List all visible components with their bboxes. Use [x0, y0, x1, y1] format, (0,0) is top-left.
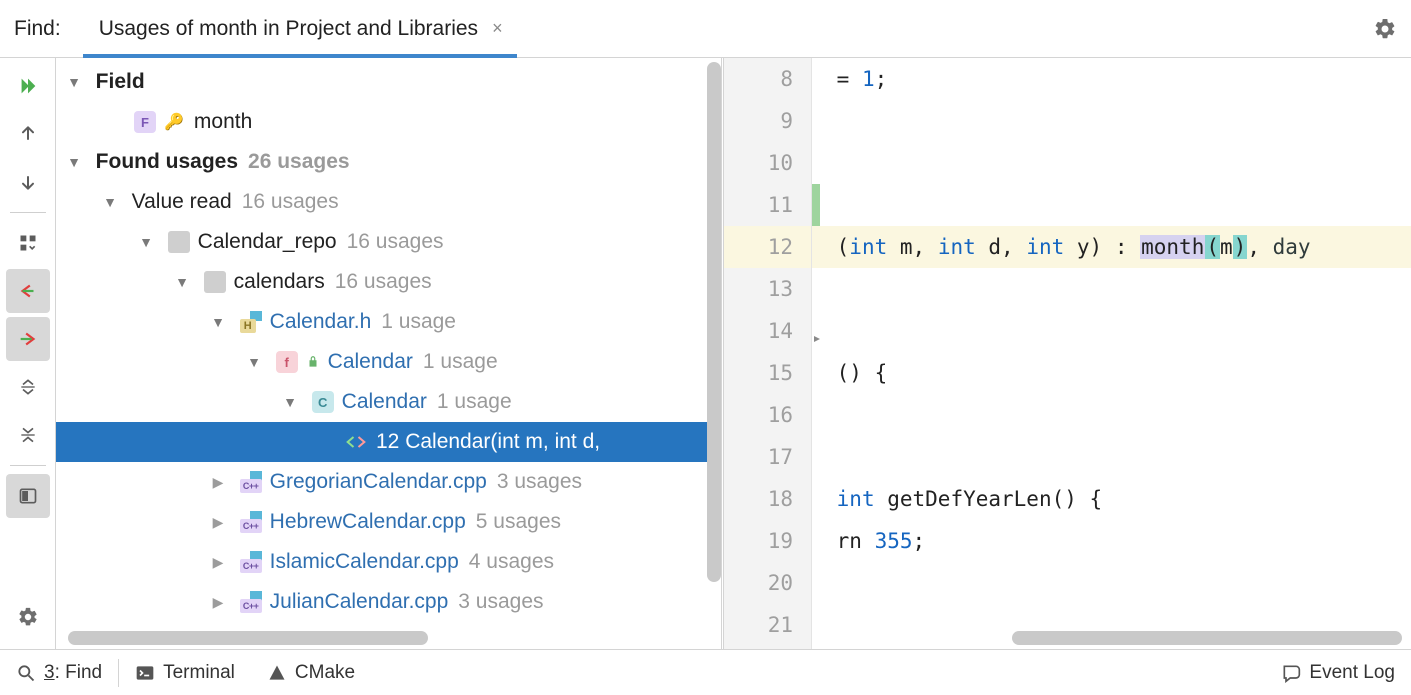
usage-line-text: 12 Calendar(int m, int d, [376, 430, 600, 454]
tree-horizontal-scrollbar[interactable] [68, 631, 709, 645]
code-horizontal-scrollbar[interactable] [902, 631, 1397, 645]
expand-all-icon[interactable] [6, 365, 50, 409]
file-row[interactable]: ▶ GregorianCalendar.cpp 3 usages [56, 462, 721, 502]
find-label: Find: [0, 0, 83, 57]
collapse-all-icon[interactable] [6, 413, 50, 457]
file-label[interactable]: JulianCalendar.cpp [270, 590, 449, 614]
header-file-icon [240, 311, 262, 333]
expand-arrow-icon[interactable]: ▼ [208, 314, 228, 330]
cpp-file-icon [240, 511, 262, 533]
find-tool-window-tab[interactable]: 3: Find [0, 650, 118, 695]
file-label[interactable]: IslamicCalendar.cpp [270, 550, 459, 574]
expand-arrow-icon[interactable]: ▼ [280, 394, 300, 410]
value-read-label: Value read [132, 190, 232, 214]
code-gutter: 89101112131415161718192021 [724, 58, 812, 649]
cpp-file-icon [240, 471, 262, 493]
calendar-class[interactable]: Calendar [342, 390, 427, 414]
usage-count: 16 usages [242, 190, 339, 214]
selected-usage-row[interactable]: 12 Calendar(int m, int d, [56, 422, 721, 462]
collapse-arrow-icon[interactable]: ▶ [208, 554, 228, 571]
usage-count: 4 usages [469, 550, 554, 574]
export-usages-icon[interactable] [6, 317, 50, 361]
preview-toggle-icon[interactable] [6, 474, 50, 518]
cmake-tool-window-tab[interactable]: CMake [251, 650, 371, 695]
folder-icon [204, 271, 226, 293]
find-tab-number: 3 [44, 662, 55, 683]
usage-count: 16 usages [335, 270, 432, 294]
read-write-icon [346, 434, 366, 450]
field-name: month [194, 110, 252, 134]
found-usages-count: 26 usages [248, 150, 350, 174]
field-badge-icon: F [134, 111, 156, 133]
fold-caret-icon[interactable] [812, 316, 824, 326]
close-tab-icon[interactable]: × [492, 18, 503, 39]
cpp-file-icon [240, 591, 262, 613]
usage-count: 16 usages [347, 230, 444, 254]
expand-arrow-icon[interactable]: ▼ [64, 154, 84, 170]
file-label[interactable]: GregorianCalendar.cpp [270, 470, 487, 494]
usage-count: 1 usage [437, 390, 512, 414]
lock-icon [306, 355, 320, 369]
collapse-arrow-icon[interactable]: ▶ [208, 594, 228, 611]
expand-arrow-icon[interactable]: ▼ [100, 194, 120, 210]
class-badge-icon: C [312, 391, 334, 413]
key-icon: 🔑 [164, 112, 184, 132]
prev-occurrence-icon[interactable] [6, 112, 50, 156]
found-usages-heading: Found usages [96, 150, 238, 174]
terminal-label: Terminal [163, 662, 235, 684]
usage-count: 5 usages [476, 510, 561, 534]
expand-arrow-icon[interactable]: ▼ [136, 234, 156, 250]
expand-arrow-icon[interactable]: ▼ [64, 74, 84, 90]
file-calendar-h[interactable]: Calendar.h [270, 310, 372, 334]
terminal-tool-window-tab[interactable]: Terminal [119, 650, 251, 695]
function-badge-icon: f [276, 351, 298, 373]
tool-settings-gear-icon[interactable] [6, 595, 50, 639]
expand-arrow-icon[interactable]: ▼ [172, 274, 192, 290]
calendar-func[interactable]: Calendar [328, 350, 413, 374]
field-heading: Field [96, 70, 145, 94]
import-usages-icon[interactable] [6, 269, 50, 313]
folder-icon [168, 231, 190, 253]
file-row[interactable]: ▶ IslamicCalendar.cpp 4 usages [56, 542, 721, 582]
cmake-label: CMake [295, 662, 355, 684]
calendars-label: calendars [234, 270, 325, 294]
file-row[interactable]: ▶ HebrewCalendar.cpp 5 usages [56, 502, 721, 542]
event-log-tab[interactable]: Event Log [1265, 650, 1411, 695]
event-log-label: Event Log [1309, 662, 1395, 684]
cpp-file-icon [240, 551, 262, 573]
settings-gear-icon[interactable] [1359, 0, 1411, 57]
usage-count: 3 usages [497, 470, 582, 494]
find-tab-title: Usages of month in Project and Libraries [99, 17, 478, 41]
find-results-tab[interactable]: Usages of month in Project and Libraries… [83, 0, 517, 57]
highlighted-symbol: month [1140, 235, 1205, 259]
find-toolbar [0, 58, 56, 649]
usage-count: 1 usage [423, 350, 498, 374]
next-occurrence-icon[interactable] [6, 160, 50, 204]
usages-tree[interactable]: ▼ Field F🔑month ▼ Found usages26 usages … [56, 62, 721, 627]
code-preview[interactable]: = 1; (int m, int d, int y) : month(m), d… [812, 58, 1411, 649]
tree-vertical-scrollbar[interactable] [707, 62, 721, 625]
usage-count: 1 usage [381, 310, 456, 334]
collapse-arrow-icon[interactable]: ▶ [208, 514, 228, 531]
rerun-icon[interactable] [6, 64, 50, 108]
collapse-arrow-icon[interactable]: ▶ [208, 474, 228, 491]
file-label[interactable]: HebrewCalendar.cpp [270, 510, 466, 534]
usage-count: 3 usages [458, 590, 543, 614]
expand-arrow-icon[interactable]: ▼ [244, 354, 264, 370]
repo-label: Calendar_repo [198, 230, 337, 254]
group-by-icon[interactable] [6, 221, 50, 265]
modified-marker-icon [812, 184, 820, 226]
file-row[interactable]: ▶ JulianCalendar.cpp 3 usages [56, 582, 721, 622]
